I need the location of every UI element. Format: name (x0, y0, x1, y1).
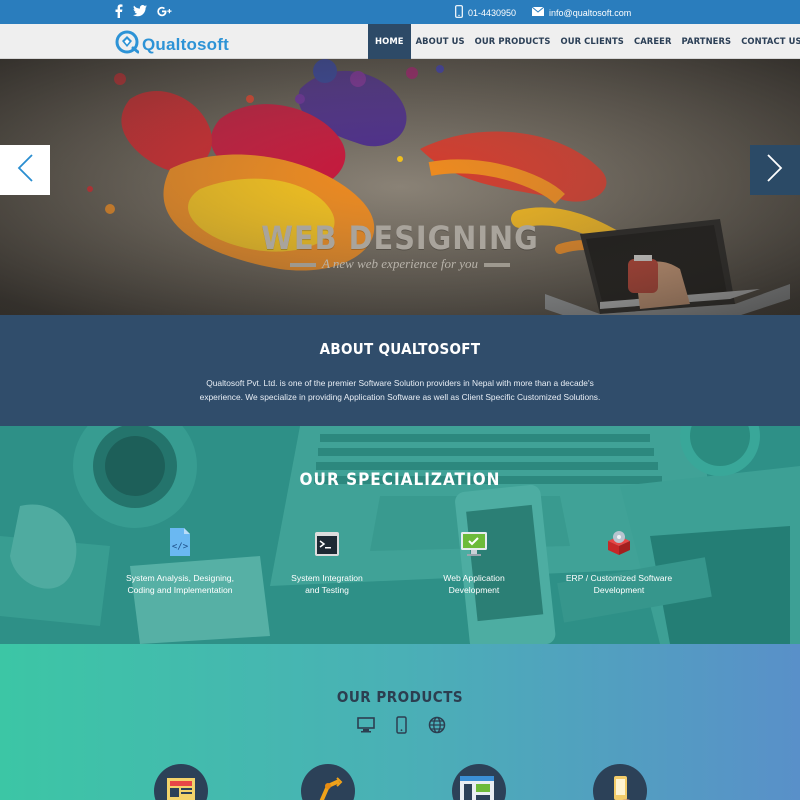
mobile-phone-icon (455, 5, 463, 20)
phone-contact: 01-4430950 (455, 5, 516, 20)
specialization-section: OUR SPECIALIZATION </> System Analysis, … (0, 426, 800, 644)
product-card-3[interactable] (452, 764, 506, 800)
paint-splash-artwork (0, 59, 800, 315)
nav-our-products[interactable]: OUR PRODUCTS (470, 24, 556, 59)
contact-info: 01-4430950 info@qualtosoft.com (455, 5, 631, 20)
nav-home[interactable]: HOME (368, 24, 411, 59)
hand-phone-icon (593, 764, 647, 800)
decorative-dash-left (289, 263, 316, 268)
spec-item-system-analysis[interactable]: </> System Analysis, Designing, Coding a… (107, 526, 253, 596)
software-box-icon (605, 529, 633, 560)
hero-slider: WEB DESIGNING A new web experience for y… (0, 59, 800, 315)
product-platform-tabs (357, 716, 446, 739)
spec-item-erp-software[interactable]: ERP / Customized Software Development (546, 526, 692, 596)
spec-label-line1: System Integration (291, 573, 363, 583)
nav-our-clients[interactable]: OUR CLIENTS (555, 24, 628, 59)
terminal-icon (314, 531, 340, 560)
facebook-icon[interactable] (114, 4, 123, 18)
chevron-right-icon (765, 153, 785, 188)
spec-item-system-integration[interactable]: System Integration and Testing (254, 526, 400, 596)
site-logo[interactable]: Qualtosoft (115, 30, 229, 59)
monitor-check-icon (460, 531, 488, 560)
envelope-icon (531, 6, 545, 18)
qualtosoft-logo-icon (115, 30, 140, 59)
robot-arm-icon (301, 764, 355, 800)
specialization-title: OUR SPECIALIZATION (299, 470, 501, 490)
products-title: OUR PRODUCTS (336, 688, 464, 706)
nav-partners[interactable]: PARTNERS (677, 24, 737, 59)
top-bar: 01-4430950 info@qualtosoft.com (0, 0, 800, 24)
product-card-1[interactable] (154, 764, 208, 800)
spec-label-line2: Development (593, 585, 645, 595)
code-file-icon: </> (168, 527, 192, 560)
spec-label-line2: and Testing (305, 585, 349, 595)
hero-subtitle-text: A new web experience for you (321, 256, 479, 271)
spec-label-line2: Coding and Implementation (127, 585, 233, 595)
svg-text:</>: </> (172, 542, 189, 552)
pharmacy-icon (452, 764, 506, 800)
nav-about-us[interactable]: ABOUT US (411, 24, 470, 59)
twitter-icon[interactable] (133, 5, 147, 17)
products-section: OUR PRODUCTS (0, 644, 800, 800)
slider-prev-button[interactable] (0, 145, 50, 195)
about-title: ABOUT QUALTOSOFT (319, 340, 481, 358)
hero-subtitle: A new web experience for you (0, 256, 800, 272)
main-navigation: HOME ABOUT US OUR PRODUCTS OUR CLIENTS C… (368, 24, 800, 59)
spec-label-line2: Development (448, 585, 500, 595)
spec-label-line1: ERP / Customized Software (565, 573, 673, 583)
spec-item-web-application[interactable]: Web Application Development (401, 526, 547, 596)
email-address[interactable]: info@qualtosoft.com (549, 8, 631, 18)
desktop-icon[interactable] (357, 717, 375, 738)
slider-next-button[interactable] (750, 145, 800, 195)
site-header: Qualtosoft HOME ABOUT US OUR PRODUCTS OU… (0, 24, 800, 59)
about-section: ABOUT QUALTOSOFT Qualtosoft Pvt. Ltd. is… (0, 315, 800, 426)
product-card-4[interactable] (593, 764, 647, 800)
phone-number[interactable]: 01-4430950 (468, 8, 516, 18)
nav-career[interactable]: CAREER (629, 24, 677, 59)
about-description: Qualtosoft Pvt. Ltd. is one of the premi… (199, 378, 601, 402)
globe-icon[interactable] (428, 716, 446, 739)
google-plus-icon[interactable] (157, 6, 172, 17)
nav-contact-us[interactable]: CONTACT US (736, 24, 800, 59)
spec-label-line1: System Analysis, Designing, (126, 573, 234, 583)
spec-label-line1: Web Application (443, 573, 505, 583)
decorative-dash-right (484, 263, 511, 268)
social-links (114, 4, 172, 18)
chevron-left-icon (15, 153, 35, 188)
product-card-2[interactable] (301, 764, 355, 800)
logo-text: Qualtosoft (142, 34, 229, 54)
mobile-icon[interactable] (396, 716, 407, 739)
product-board-icon (154, 764, 208, 800)
hero-title: WEB DESIGNING (261, 219, 539, 257)
email-contact: info@qualtosoft.com (531, 6, 631, 18)
